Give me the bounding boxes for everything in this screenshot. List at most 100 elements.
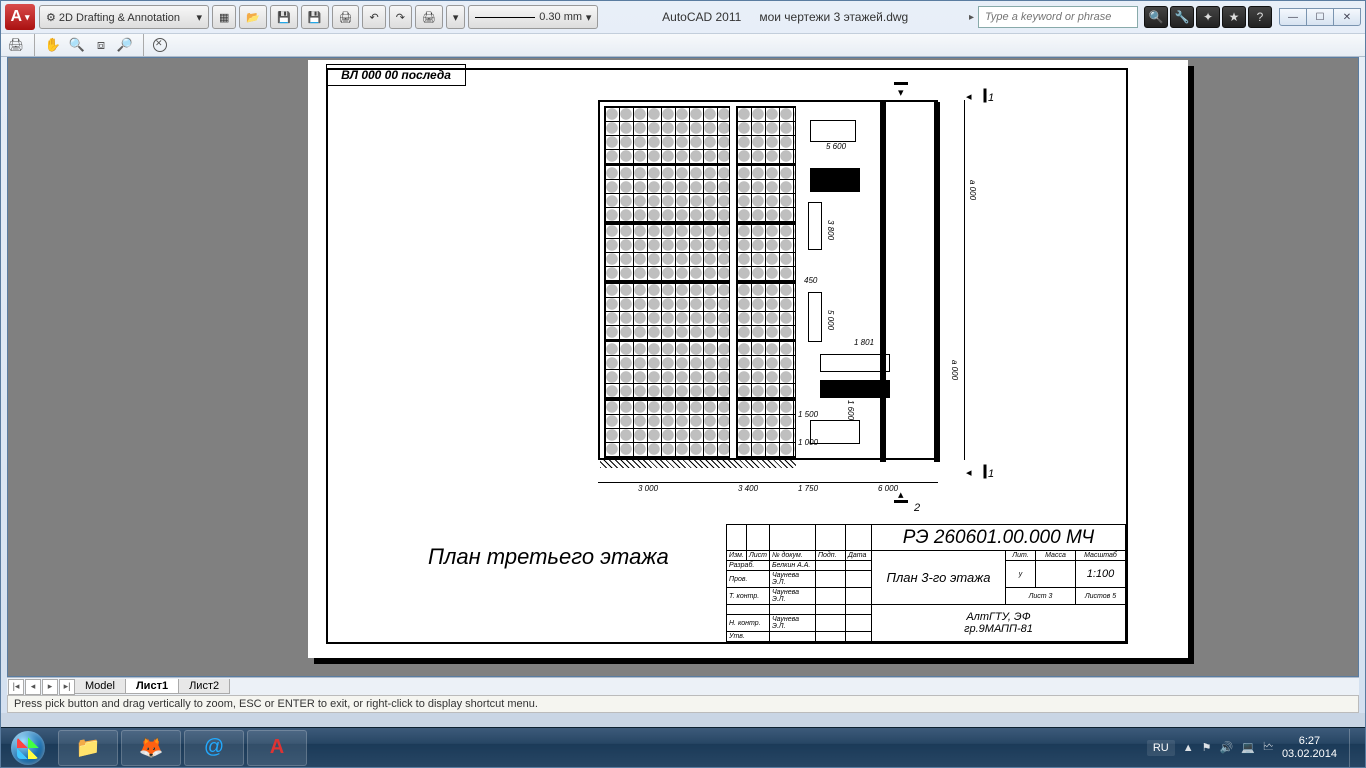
- dim-int-1500: 1 500: [798, 410, 818, 419]
- show-desktop-button[interactable]: [1349, 729, 1359, 767]
- qat-open[interactable]: 📂: [239, 5, 267, 29]
- section-mark-2-top: [894, 82, 908, 85]
- taskbar-explorer[interactable]: 📁: [58, 730, 118, 766]
- qat-undo[interactable]: ↶: [362, 5, 385, 29]
- plot-preview-icon[interactable]: 🖨: [7, 36, 25, 54]
- section-label-2: 2: [914, 502, 920, 514]
- start-button[interactable]: [1, 728, 55, 768]
- tray-clock[interactable]: 6:27 03.02.2014: [1282, 735, 1337, 759]
- tb-razrab-n: Белкин А.А.: [769, 561, 815, 571]
- hatch-grid-left: [604, 106, 730, 458]
- document-name: мои чертежи 3 этажей.dwg: [759, 10, 908, 24]
- section-arrow-1-top: ◂: [966, 90, 972, 103]
- tb-scale: 1:100: [1076, 561, 1126, 588]
- qat-saveas[interactable]: 💾: [301, 5, 329, 29]
- tb-prov: Пров.: [727, 571, 770, 588]
- equipment-6: [820, 380, 890, 398]
- command-line[interactable]: Press pick button and drag vertically to…: [7, 695, 1359, 713]
- tab-model[interactable]: Model: [74, 679, 126, 694]
- tab-sheet2[interactable]: Лист2: [178, 679, 230, 694]
- tb-tkontr: Т. контр.: [727, 588, 770, 605]
- help-icon[interactable]: ?: [1248, 6, 1272, 28]
- favorite-icon[interactable]: ★: [1222, 6, 1246, 28]
- dim-int-3800: 3 800: [826, 220, 835, 240]
- tab-prev[interactable]: ◂: [25, 679, 41, 695]
- qat-plot[interactable]: 🖨: [332, 5, 360, 29]
- qat-print[interactable]: 🖨: [415, 5, 443, 29]
- qat-new[interactable]: ▦: [212, 5, 236, 29]
- dim-bottom-line: [598, 482, 938, 483]
- tab-first[interactable]: |◂: [8, 679, 24, 695]
- section-mark-1-top: [984, 89, 987, 103]
- tb-h-ndoc: № докум.: [769, 551, 815, 561]
- tb-lit-h: Лит.: [1006, 551, 1036, 561]
- paper-sheet: ВЛ 000 00 последа План третьего этажа: [308, 60, 1188, 658]
- close-preview-icon[interactable]: [153, 38, 167, 52]
- view-toolbar: 🖨 ✋ 🔍 ⧈ 🔎: [1, 33, 1365, 57]
- infocenter-toggle-icon[interactable]: ▸: [969, 12, 974, 23]
- tb-nkontr: Н. контр.: [727, 615, 770, 632]
- tray-volume-icon[interactable]: 🔊: [1219, 741, 1233, 754]
- tb-scale-h: Масштаб: [1076, 551, 1126, 561]
- language-indicator[interactable]: RU: [1147, 740, 1175, 756]
- dim-bottom-d: 6 000: [878, 484, 898, 493]
- taskbar-autocad[interactable]: A: [247, 730, 307, 766]
- app-menu-button[interactable]: A▾: [5, 4, 35, 30]
- workspace-label: 2D Drafting & Annotation: [59, 12, 180, 24]
- workspace-dropdown[interactable]: ⚙ 2D Drafting & Annotation▾: [39, 5, 209, 29]
- column-2: [934, 102, 940, 462]
- search-input[interactable]: [978, 6, 1138, 28]
- section-label-1a: 1: [988, 92, 994, 104]
- title-block: РЭ 260601.00.000 МЧ Изм. Лист № докум. П…: [726, 524, 1126, 642]
- tb-plan-title: План 3-го этажа: [871, 551, 1005, 605]
- drawing-viewport[interactable]: ВЛ 000 00 последа План третьего этажа: [7, 57, 1359, 677]
- lineweight-dropdown[interactable]: 0.30 mm▾: [468, 5, 598, 29]
- taskbar-firefox[interactable]: 🦊: [121, 730, 181, 766]
- hatch-grid-right: [736, 106, 796, 458]
- close-button[interactable]: ✕: [1333, 8, 1361, 26]
- dim-bottom-c: 1 750: [798, 484, 818, 493]
- tab-last[interactable]: ▸|: [59, 679, 75, 695]
- equipment-2: [810, 168, 860, 192]
- tab-next[interactable]: ▸: [42, 679, 58, 695]
- tb-prov-n: Чаунева Э.Л.: [769, 571, 815, 588]
- floor-plan: 3 000 3 400 1 750 6 000 a 000 a 000 5 60…: [598, 100, 1028, 510]
- zoom-icon[interactable]: 🔍: [68, 36, 86, 54]
- tb-h-izm: Изм.: [727, 551, 747, 561]
- hatch-strip: [600, 458, 796, 468]
- section-arrow-2-bot: ▴: [898, 488, 904, 501]
- lineweight-value: 0.30 mm: [539, 11, 582, 23]
- tb-utv: Утв.: [727, 632, 770, 642]
- minimize-button[interactable]: —: [1279, 8, 1307, 26]
- zoom-window-icon[interactable]: ⧈: [92, 36, 110, 54]
- dim-right-total: a 000: [968, 180, 977, 200]
- windows-taskbar: 📁 🦊 @ A RU ▲ ⚑ 🔊 💻 🗠 6:27 03.02.2014: [1, 727, 1365, 767]
- dim-bottom-a: 3 000: [638, 484, 658, 493]
- tray-flag-icon[interactable]: ▲: [1183, 742, 1194, 754]
- tab-sheet1[interactable]: Лист1: [125, 679, 179, 694]
- section-mark-1-bot: [984, 465, 987, 479]
- app-window: A▾ ⚙ 2D Drafting & Annotation▾ ▦ 📂 💾 💾 🖨…: [0, 0, 1366, 768]
- tray-power-icon[interactable]: 🗠: [1263, 738, 1274, 757]
- qat-redo[interactable]: ↷: [389, 5, 412, 29]
- pan-icon[interactable]: ✋: [44, 36, 62, 54]
- tb-sheets: Листов 5: [1076, 588, 1126, 605]
- search-icon[interactable]: 🔍: [1144, 6, 1168, 28]
- section-label-1b: 1: [988, 468, 994, 480]
- subscription-icon[interactable]: 🔧: [1170, 6, 1194, 28]
- status-strip: [1, 713, 1365, 727]
- exchange-icon[interactable]: ✦: [1196, 6, 1220, 28]
- zoom-previous-icon[interactable]: 🔎: [116, 36, 134, 54]
- qat-more[interactable]: ▾: [446, 5, 466, 29]
- dim-int-5000: 5 000: [826, 310, 835, 330]
- tb-mass-h: Масса: [1036, 551, 1076, 561]
- tb-razrab: Разраб.: [727, 561, 770, 571]
- dim-int-1801: 1 801: [854, 338, 874, 347]
- tray-network-icon[interactable]: 💻: [1241, 741, 1255, 754]
- qat-save[interactable]: 💾: [270, 5, 298, 29]
- section-arrow-1-bot: ◂: [966, 466, 972, 479]
- tray-action-center-icon[interactable]: ⚑: [1202, 741, 1212, 754]
- taskbar-mail[interactable]: @: [184, 730, 244, 766]
- maximize-button[interactable]: ☐: [1306, 8, 1334, 26]
- equipment-4: [808, 292, 822, 342]
